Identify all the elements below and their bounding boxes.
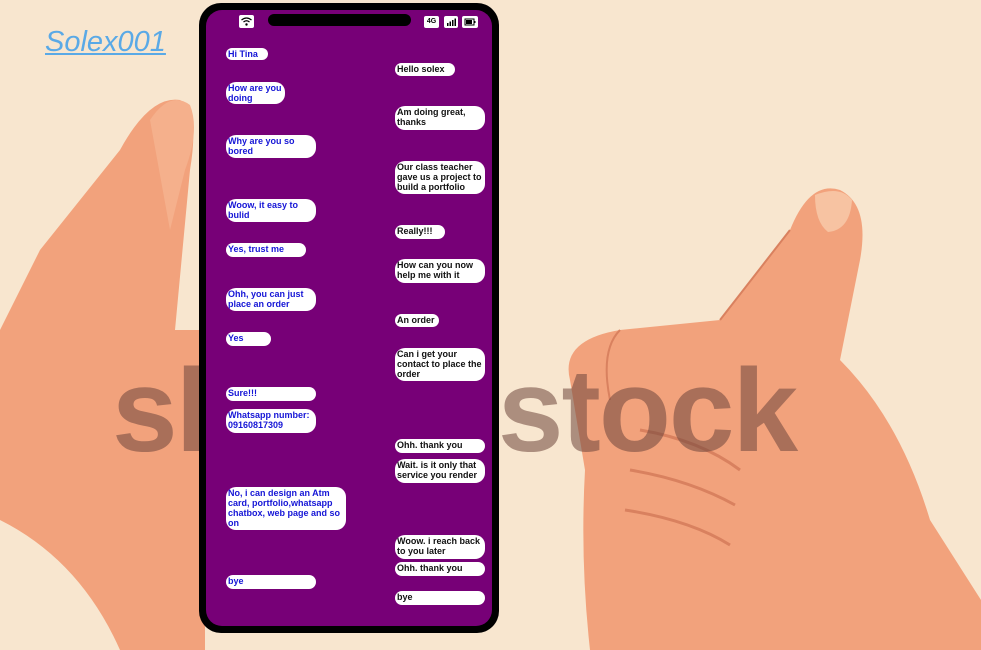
message-bubble-left: No, i can design an Atm card, portfolio,… <box>226 487 346 530</box>
message-bubble-right: Ohh. thank you <box>395 562 485 576</box>
message-bubble-right: Hello solex <box>395 63 455 76</box>
message-bubble-right: Wait. is it only that service you render <box>395 459 485 483</box>
message-bubble-left: Why are you so bored <box>226 135 316 158</box>
message-bubble-left: How are you doing <box>226 82 285 104</box>
message-bubble-left: Whatsapp number: 09160817309 <box>226 409 316 433</box>
message-bubble-right: Our class teacher gave us a project to b… <box>395 161 485 194</box>
message-bubble-left: Sure!!! <box>226 387 316 401</box>
battery-icon <box>462 16 478 28</box>
signal-icon <box>444 16 458 28</box>
message-bubble-right: Can i get your contact to place the orde… <box>395 348 485 381</box>
message-bubble-right: How can you now help me with it <box>395 259 485 283</box>
brand-title-link[interactable]: Solex001 <box>45 26 166 59</box>
message-bubble-left: Ohh, you can just place an order <box>226 288 316 311</box>
message-bubble-right: Am doing great, thanks <box>395 106 485 130</box>
chat-screen[interactable]: 4G Hi Tina Hello solex How are you doing Am… <box>206 10 492 626</box>
message-bubble-left: bye <box>226 575 316 589</box>
message-bubble-left: Woow, it easy to bulid <box>226 199 316 222</box>
network-4g-icon: 4G <box>424 16 439 28</box>
message-bubble-right: Woow. i reach back to you later <box>395 535 485 559</box>
message-bubble-right: An order <box>395 314 439 327</box>
message-bubble-right: Really!!! <box>395 225 445 239</box>
message-bubble-left: Hi Tina <box>226 48 268 60</box>
wifi-icon <box>239 15 254 28</box>
message-bubble-left: Yes <box>226 332 271 346</box>
phone-frame: 4G Hi Tina Hello solex How are you doing Am… <box>199 3 499 633</box>
message-bubble-left: Yes, trust me <box>226 243 306 257</box>
message-bubble-right: Ohh. thank you <box>395 439 485 453</box>
phone-notch <box>268 14 411 26</box>
message-bubble-right: bye <box>395 591 485 605</box>
